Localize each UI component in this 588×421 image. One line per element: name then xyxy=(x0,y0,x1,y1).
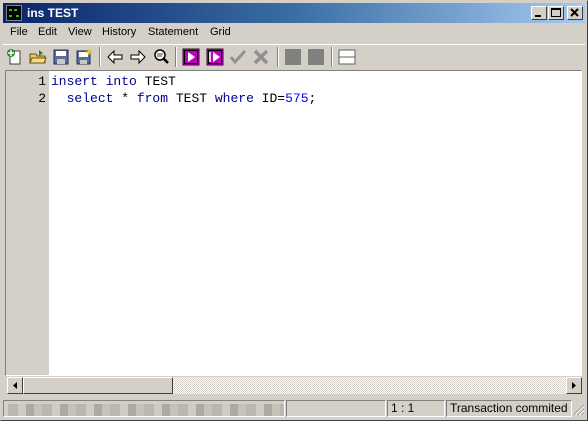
scroll-right-button[interactable] xyxy=(566,377,582,394)
open-icon[interactable] xyxy=(29,48,47,66)
cursor-position: 1 : 1 xyxy=(387,400,445,417)
maximize-button[interactable] xyxy=(548,6,564,20)
save-icon[interactable] xyxy=(52,48,70,66)
execute-icon[interactable] xyxy=(182,48,200,66)
pixelated-region xyxy=(8,404,284,416)
minimize-icon xyxy=(535,15,541,17)
line-number-gutter: 1 2 xyxy=(6,71,49,375)
sql-keyword: insert xyxy=(51,74,98,89)
menu-bar: File Edit View History Statement Grid xyxy=(3,24,585,42)
line-number: 1 xyxy=(38,74,46,89)
toolbar xyxy=(3,44,585,69)
scroll-left-button[interactable] xyxy=(7,377,23,394)
code-line[interactable]: select * from TEST where ID=575; xyxy=(51,90,317,107)
maximize-icon xyxy=(551,8,561,17)
toolbar-separator xyxy=(99,47,101,67)
title-bar[interactable]: ins TEST xyxy=(3,3,585,23)
arrow-left-icon xyxy=(13,382,17,389)
sql-keyword: select xyxy=(66,91,114,106)
rollback-icon[interactable] xyxy=(252,48,270,66)
search-icon[interactable] xyxy=(152,48,170,66)
sql-text: TEST xyxy=(136,74,176,89)
close-button[interactable] xyxy=(567,6,583,20)
scrollbar-thumb[interactable] xyxy=(23,377,173,394)
toolbar-separator xyxy=(331,47,333,67)
split-icon[interactable] xyxy=(338,48,356,66)
close-icon xyxy=(570,8,579,17)
menu-grid[interactable]: Grid xyxy=(210,26,231,38)
status-panel-obscured xyxy=(3,400,285,417)
sql-text: * xyxy=(113,91,137,106)
code-line[interactable]: insert into TEST xyxy=(51,73,176,90)
app-icon[interactable] xyxy=(6,5,22,21)
sql-editor-window: ins TEST File Edit View History Statemen… xyxy=(0,0,588,421)
menu-view[interactable]: View xyxy=(68,26,92,38)
resize-grip-icon[interactable] xyxy=(573,404,585,416)
arrow-right-icon xyxy=(572,382,576,389)
status-panel-empty xyxy=(286,400,386,417)
sql-number: 575 xyxy=(285,91,309,106)
new-icon[interactable] xyxy=(6,48,24,66)
window-title: ins TEST xyxy=(27,6,79,20)
toolbar-separator xyxy=(175,47,177,67)
status-message: Transaction commited xyxy=(446,400,572,417)
minimize-button[interactable] xyxy=(531,6,547,20)
menu-edit[interactable]: Edit xyxy=(38,26,57,38)
sql-text: ; xyxy=(308,91,317,106)
status-bar: 1 : 1 Transaction commited xyxy=(3,399,585,418)
sql-keyword: where xyxy=(214,91,254,106)
execute-script-icon[interactable] xyxy=(206,48,224,66)
sql-keyword: from xyxy=(136,91,169,106)
horizontal-scrollbar[interactable] xyxy=(7,377,582,394)
sql-editor[interactable]: 1 2 insert into TEST select * from TEST … xyxy=(5,70,582,376)
sql-text: TEST xyxy=(168,91,215,106)
line-number: 2 xyxy=(38,91,46,106)
menu-statement[interactable]: Statement xyxy=(148,26,198,38)
forward-icon[interactable] xyxy=(129,48,147,66)
sql-keyword: into xyxy=(105,74,137,89)
gray-square-icon[interactable] xyxy=(284,48,302,66)
menu-history[interactable]: History xyxy=(102,26,136,38)
gray-square-icon[interactable] xyxy=(307,48,325,66)
save-as-icon[interactable] xyxy=(75,48,93,66)
toolbar-separator xyxy=(277,47,279,67)
back-icon[interactable] xyxy=(106,48,124,66)
commit-icon[interactable] xyxy=(229,48,247,66)
sql-text: ID= xyxy=(253,91,286,106)
menu-file[interactable]: File xyxy=(10,26,28,38)
